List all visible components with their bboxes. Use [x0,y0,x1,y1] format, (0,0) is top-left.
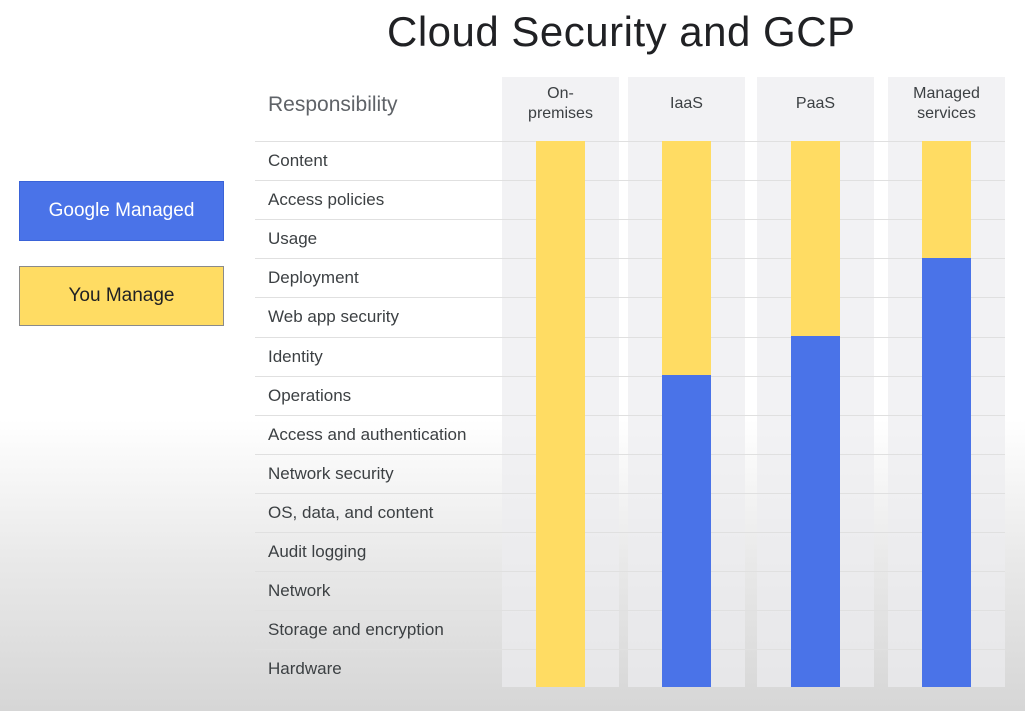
table-row: Storage and encryption [255,610,1005,649]
row-label: Operations [268,385,352,405]
page-title: Cloud Security and GCP [387,8,856,55]
table-row: OS, data, and content [255,492,1005,532]
table-row: Network security [255,453,1005,493]
row-label: Audit logging [268,542,367,561]
table-row: Access and authentication [255,414,1005,454]
table-row: Deployment [255,258,1005,297]
row-label: Storage and encryption [268,620,444,640]
column-header-line2: premises [528,105,593,122]
column-header-managed-services: Managed services [888,84,1005,124]
bar-google-managed-segment [662,375,711,687]
bar-on-premises [536,141,585,687]
table-row: Operations [255,375,1005,415]
row-label: Access policies [268,190,385,210]
table-row: Web app security [255,297,1005,336]
table-row: Usage [255,219,1005,258]
column-header-line1: PaaS [795,95,836,112]
bar-you-manage-segment [791,141,840,336]
column-header-iaas: IaaS [628,94,745,114]
legend-you-manage: You Manage [19,266,224,326]
bar-google-managed-segment [922,258,971,687]
row-label: Deployment [268,268,359,288]
table-row: Audit logging [255,532,1005,571]
table-row: Access policies [255,180,1005,219]
responsibility-header: Responsibility [268,93,398,116]
row-label: Usage [268,229,318,249]
column-header-line1: IaaS [670,95,703,112]
bar-google-managed-segment [791,336,840,687]
column-header-paas: PaaS [757,94,874,114]
column-header-line2: services [917,105,976,122]
column-header-on-premises: On- premises [502,84,619,124]
legend-google-managed-label: Google Managed [48,200,195,221]
column-header-line1: On- [547,85,574,102]
row-label: Hardware [268,659,342,679]
row-label: Access and authentication [268,424,467,444]
row-label: Content [268,151,328,170]
row-label: Web app security [268,307,400,327]
bar-you-manage-segment [536,141,585,687]
table-row: Identity [255,336,1005,376]
table-row: Network [255,571,1005,610]
row-label: Network [268,581,331,601]
bar-managed-services [922,141,971,687]
table-row: Hardware [255,649,1005,688]
bar-paas [791,141,840,687]
table-row: Content [255,141,1005,180]
row-label: Identity [268,346,323,366]
bar-iaas [662,141,711,687]
bar-you-manage-segment [922,141,971,258]
legend-you-manage-label: You Manage [68,285,175,306]
column-header-line1: Managed [913,85,980,102]
bar-you-manage-segment [662,141,711,375]
row-label: OS, data, and content [268,502,434,522]
row-label: Network security [268,463,394,483]
legend-google-managed: Google Managed [19,181,224,241]
